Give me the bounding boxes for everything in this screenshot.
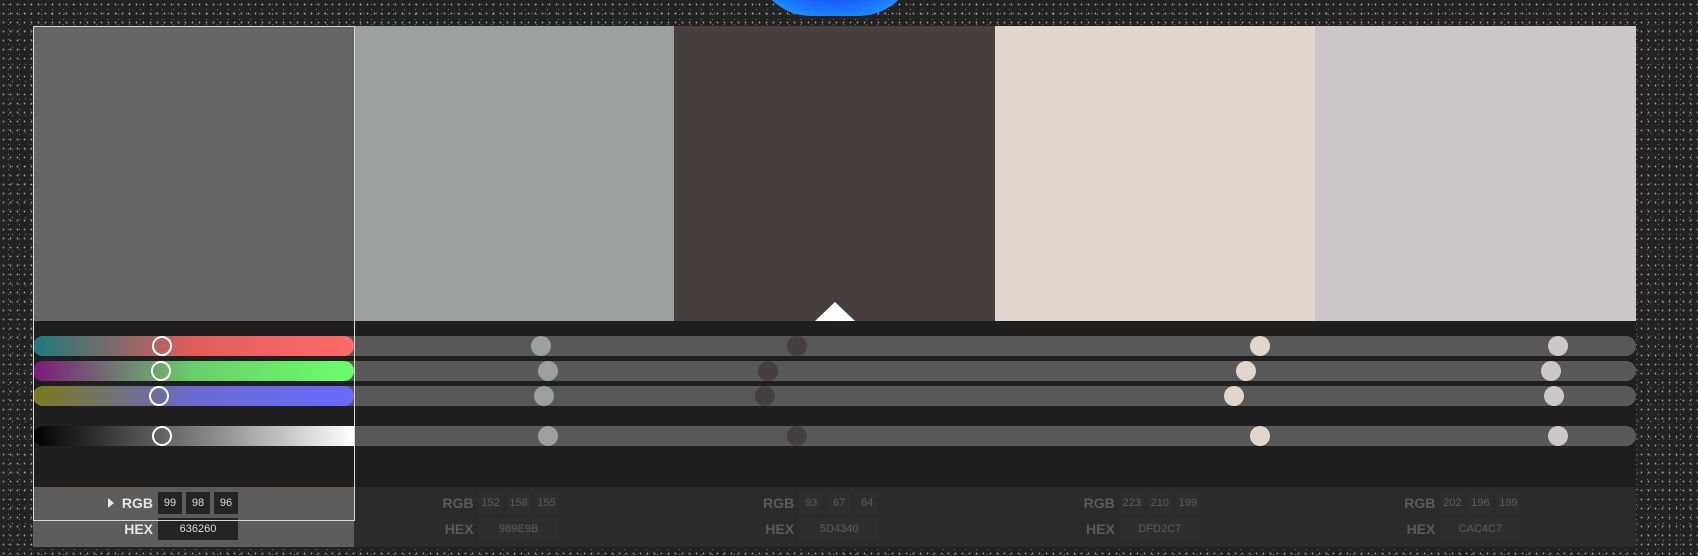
swatch-info-3: RGB HEX 93 67 64 5D4340 [674,487,995,547]
slider-knob-l-4[interactable] [1250,426,1271,446]
rgb-label: RGB [442,495,474,511]
swatch-pointer-icon [814,302,855,321]
color-swatch-2[interactable] [353,26,675,321]
slider-knob-g-5[interactable] [1541,361,1562,381]
rgb-label: RGB [763,495,795,511]
hex-input[interactable]: CAC4C7 [1440,518,1521,540]
color-swatch-5[interactable] [1315,26,1637,321]
slider-gradient-r[interactable] [33,336,354,356]
rgb-label: RGB [1083,495,1115,511]
rgb-g-input[interactable]: 67 [827,492,852,514]
rgb-b-input[interactable]: 155 [534,492,559,514]
hex-input[interactable]: 636260 [158,518,238,540]
rgb-r-input[interactable]: 152 [478,492,503,514]
color-swatch-4[interactable] [994,26,1316,321]
slider-knob-b-1[interactable] [148,386,169,406]
slider-knob-g-2[interactable] [537,361,558,381]
rgb-r-input[interactable]: 202 [1440,492,1465,514]
slider-knob-r-1[interactable] [152,336,173,356]
slider-knob-b-3[interactable] [754,386,775,406]
slider-gradient-g[interactable] [33,361,354,381]
rgb-r-input[interactable]: 99 [158,492,182,514]
slider-gradient-b[interactable] [33,386,354,406]
slider-knob-g-1[interactable] [150,361,171,381]
slider-knob-r-4[interactable] [1250,336,1271,356]
swatch-info-1: RGB HEX 99 98 96 636260 [33,487,354,547]
rgb-g-input[interactable]: 98 [186,492,210,514]
slider-gradient-l[interactable] [33,426,354,446]
slider-knob-r-5[interactable] [1547,336,1568,356]
hex-label: HEX [765,521,795,537]
slider-knob-b-2[interactable] [534,386,555,406]
swatch-info-4: RGB HEX 223 210 199 DFD2C7 [994,487,1316,547]
slider-knob-l-1[interactable] [152,426,173,446]
rgb-b-input[interactable]: 96 [214,492,238,514]
swatch-info-5: RGB HEX 202 196 199 CAC4C7 [1315,487,1636,547]
color-swatch-1[interactable] [33,26,355,321]
color-wheel-orb[interactable] [755,0,915,16]
palette: RGB HEX 99 98 96 636260 RGB HEX 152 158 155 989E9B R… [33,26,1637,547]
rgb-g-input[interactable]: 196 [1468,492,1493,514]
rgb-r-input[interactable]: 93 [799,492,824,514]
slider-knob-g-4[interactable] [1236,361,1256,381]
hex-label: HEX [444,521,474,537]
hex-label: HEX [1086,521,1115,537]
hex-label: HEX [1406,521,1436,537]
hex-input[interactable]: 5D4340 [799,518,880,540]
rgb-label: RGB [1404,495,1436,511]
rgb-g-input[interactable]: 158 [506,492,531,514]
rgb-b-input[interactable]: 64 [855,492,880,514]
slider-knob-b-4[interactable] [1223,386,1244,406]
hex-input[interactable]: DFD2C7 [1119,518,1200,540]
rgb-label: RGB [121,495,153,511]
hex-label: HEX [124,521,153,537]
swatch-info-2: RGB HEX 152 158 155 989E9B [353,487,675,547]
rgb-b-input[interactable]: 199 [1496,492,1521,514]
rgb-g-input[interactable]: 210 [1147,492,1172,514]
color-swatch-3[interactable] [674,26,996,321]
slider-knob-g-3[interactable] [757,361,778,381]
slider-knob-r-2[interactable] [530,336,551,356]
slider-knob-l-5[interactable] [1547,426,1568,446]
hex-input[interactable]: 989E9B [478,518,559,540]
rgb-b-input[interactable]: 199 [1175,492,1200,514]
rgb-r-input[interactable]: 223 [1119,492,1144,514]
slider-knob-l-3[interactable] [786,426,807,446]
slider-knob-b-5[interactable] [1544,386,1565,406]
slider-knob-r-3[interactable] [786,336,807,356]
slider-knob-l-2[interactable] [537,426,558,446]
